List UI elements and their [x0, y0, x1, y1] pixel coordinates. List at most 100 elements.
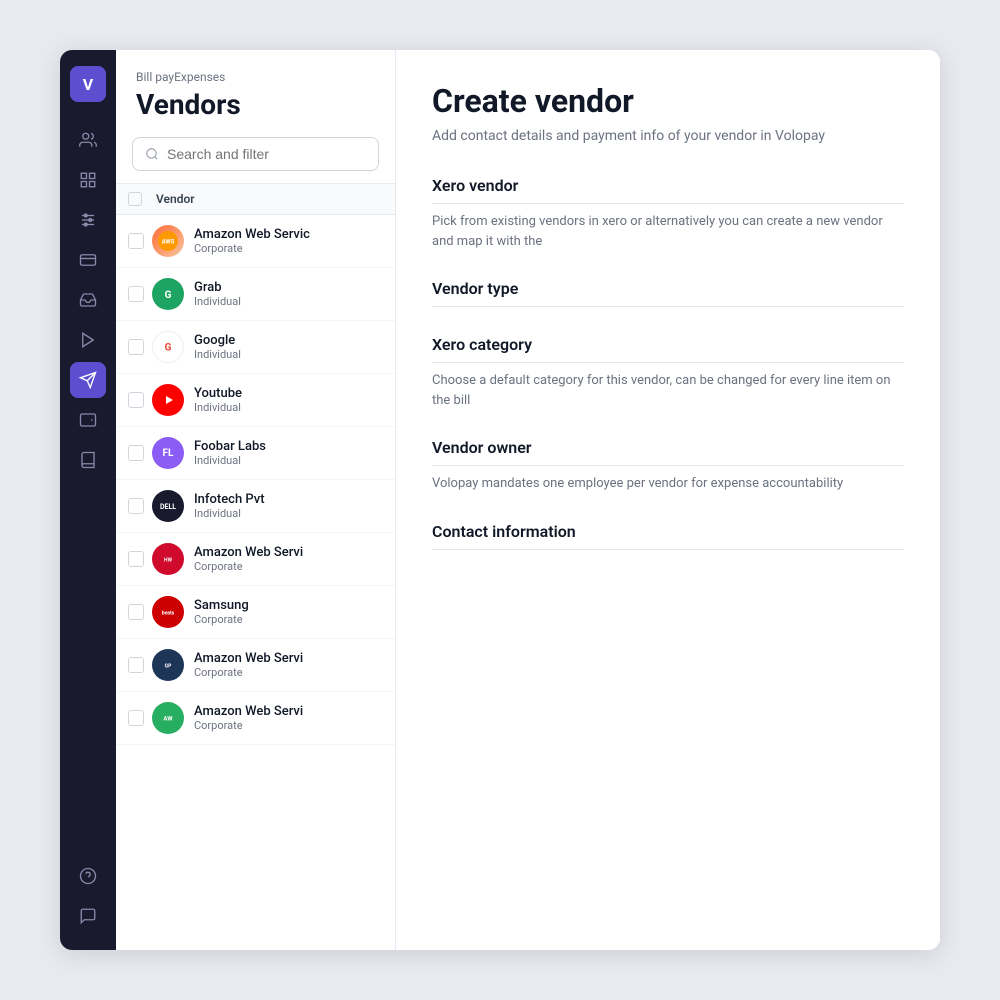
- svg-text:beats: beats: [162, 610, 175, 616]
- sidebar-item-inbox[interactable]: [70, 282, 106, 318]
- vendor-owner-divider: [432, 465, 904, 466]
- vendor-column-header: Vendor: [148, 192, 383, 206]
- vendor-avatar: G: [152, 278, 184, 310]
- page-title: Vendors: [116, 88, 395, 137]
- vendor-avatar: HW: [152, 543, 184, 575]
- main-panel: Bill payExpenses Vendors Vendor AWS Amaz…: [116, 50, 396, 950]
- vendor-type-divider: [432, 306, 904, 307]
- vendor-avatar: beats: [152, 596, 184, 628]
- svg-text:DELL: DELL: [160, 503, 176, 511]
- breadcrumb: Bill payExpenses: [116, 50, 395, 88]
- sidebar-item-play[interactable]: [70, 322, 106, 358]
- vendor-checkbox[interactable]: [128, 392, 144, 408]
- vendor-name: Amazon Web Servi: [194, 545, 303, 560]
- vendor-type: Individual: [194, 295, 241, 308]
- vendor-row[interactable]: beats Samsung Corporate: [116, 586, 395, 639]
- vendor-name: Amazon Web Servi: [194, 651, 303, 666]
- vendor-type: Individual: [194, 454, 266, 467]
- sidebar-item-book[interactable]: [70, 442, 106, 478]
- contact-info-divider: [432, 549, 904, 550]
- vendor-type: Individual: [194, 401, 242, 414]
- xero-category-desc: Choose a default category for this vendo…: [432, 371, 904, 410]
- xero-vendor-desc: Pick from existing vendors in xero or al…: [432, 212, 904, 251]
- sidebar-item-people[interactable]: [70, 122, 106, 158]
- vendor-name: Google: [194, 333, 241, 348]
- xero-category-divider: [432, 362, 904, 363]
- svg-text:GP: GP: [165, 663, 172, 669]
- vendor-owner-title: Vendor owner: [432, 438, 904, 457]
- vendor-row[interactable]: Youtube Individual: [116, 374, 395, 427]
- vendor-avatar: FL: [152, 437, 184, 469]
- vendor-checkbox[interactable]: [128, 286, 144, 302]
- vendor-info: Amazon Web Servic Corporate: [194, 227, 310, 255]
- vendor-info: Amazon Web Servi Corporate: [194, 704, 303, 732]
- vendor-info: Amazon Web Servi Corporate: [194, 651, 303, 679]
- sidebar-item-card[interactable]: [70, 242, 106, 278]
- sidebar-item-grid[interactable]: [70, 162, 106, 198]
- vendor-name: Foobar Labs: [194, 439, 266, 454]
- select-all-checkbox[interactable]: [128, 192, 148, 206]
- vendor-checkbox[interactable]: [128, 710, 144, 726]
- vendor-name: Grab: [194, 280, 241, 295]
- app-window: V: [60, 50, 940, 950]
- vendor-row[interactable]: AW Amazon Web Servi Corporate: [116, 692, 395, 745]
- vendor-avatar: AW: [152, 702, 184, 734]
- vendor-row[interactable]: G Grab Individual: [116, 268, 395, 321]
- xero-vendor-divider: [432, 203, 904, 204]
- vendor-type: Corporate: [194, 560, 303, 573]
- vendor-row[interactable]: DELL Infotech Pvt Individual: [116, 480, 395, 533]
- search-bar[interactable]: [132, 137, 379, 171]
- vendor-info: Samsung Corporate: [194, 598, 249, 626]
- vendor-checkbox[interactable]: [128, 445, 144, 461]
- xero-vendor-title: Xero vendor: [432, 176, 904, 195]
- vendor-type: Individual: [194, 348, 241, 361]
- vendor-checkbox[interactable]: [128, 604, 144, 620]
- vendor-checkbox[interactable]: [128, 339, 144, 355]
- vendor-row[interactable]: FL Foobar Labs Individual: [116, 427, 395, 480]
- vendor-type: Individual: [194, 507, 265, 520]
- sidebar-item-send[interactable]: [70, 362, 106, 398]
- svg-text:HW: HW: [164, 557, 173, 563]
- vendor-row[interactable]: AWS Amazon Web Servic Corporate: [116, 215, 395, 268]
- contact-info-title: Contact information: [432, 522, 904, 541]
- vendor-info: Google Individual: [194, 333, 241, 361]
- vendor-owner-section: Vendor owner Volopay mandates one employ…: [432, 438, 904, 494]
- search-input[interactable]: [167, 146, 366, 162]
- sidebar-item-chat[interactable]: [70, 898, 106, 934]
- vendor-info: Foobar Labs Individual: [194, 439, 266, 467]
- vendor-row[interactable]: HW Amazon Web Servi Corporate: [116, 533, 395, 586]
- vendor-name: Youtube: [194, 386, 242, 401]
- sidebar-item-sliders[interactable]: [70, 202, 106, 238]
- vendor-row[interactable]: GP Amazon Web Servi Corporate: [116, 639, 395, 692]
- logo-button[interactable]: V: [70, 66, 106, 102]
- contact-info-section: Contact information: [432, 522, 904, 550]
- xero-category-title: Xero category: [432, 335, 904, 354]
- vendor-avatar: G: [152, 331, 184, 363]
- vendor-info: Youtube Individual: [194, 386, 242, 414]
- svg-text:G: G: [165, 290, 172, 301]
- vendor-info: Infotech Pvt Individual: [194, 492, 265, 520]
- vendor-type: Corporate: [194, 242, 310, 255]
- vendor-type: Corporate: [194, 719, 303, 732]
- vendor-name: Amazon Web Servic: [194, 227, 310, 242]
- vendor-checkbox[interactable]: [128, 657, 144, 673]
- right-panel: Create vendor Add contact details and pa…: [396, 50, 940, 950]
- table-header: Vendor: [116, 183, 395, 215]
- vendor-checkbox[interactable]: [128, 233, 144, 249]
- vendor-checkbox[interactable]: [128, 498, 144, 514]
- vendor-name: Infotech Pvt: [194, 492, 265, 507]
- svg-text:AWS: AWS: [162, 239, 175, 246]
- vendor-type-section: Vendor type: [432, 279, 904, 307]
- sidebar-item-help[interactable]: [70, 858, 106, 894]
- vendor-checkbox[interactable]: [128, 551, 144, 567]
- create-vendor-subtitle: Add contact details and payment info of …: [432, 128, 904, 144]
- vendor-row[interactable]: G Google Individual: [116, 321, 395, 374]
- vendor-avatar: GP: [152, 649, 184, 681]
- svg-text:G: G: [165, 343, 172, 354]
- vendor-name: Samsung: [194, 598, 249, 613]
- vendor-owner-desc: Volopay mandates one employee per vendor…: [432, 474, 904, 494]
- vendor-type: Corporate: [194, 666, 303, 679]
- sidebar-item-wallet[interactable]: [70, 402, 106, 438]
- search-icon: [145, 147, 159, 161]
- vendor-type-title: Vendor type: [432, 279, 904, 298]
